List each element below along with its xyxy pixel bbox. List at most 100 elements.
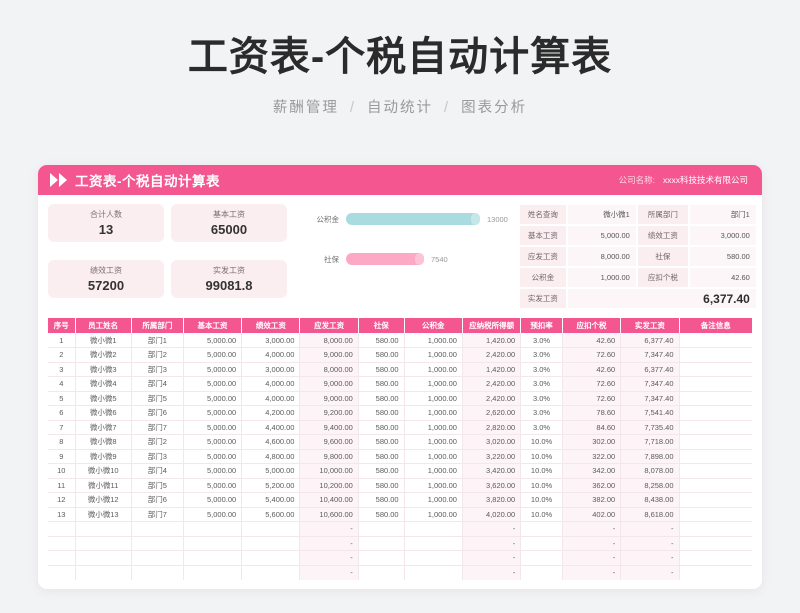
table-cell[interactable]: 5,200.00 bbox=[241, 478, 301, 493]
table-cell[interactable]: 4,020.00 bbox=[462, 507, 522, 522]
table-row[interactable]: 13 微小微13 部门7 5,000.00 5,600.00 10,600.00 580.0… bbox=[48, 507, 752, 522]
table-cell[interactable]: 2 bbox=[48, 347, 76, 363]
table-cell[interactable]: - bbox=[299, 536, 359, 551]
table-cell[interactable]: 8,000.00 bbox=[299, 333, 359, 348]
table-cell[interactable]: 84.60 bbox=[562, 420, 622, 435]
table-cell[interactable]: 382.00 bbox=[562, 492, 622, 508]
table-row[interactable]: 8 微小微8 部门2 5,000.00 4,600.00 9,600.00 580.00 1,… bbox=[48, 434, 752, 450]
table-cell[interactable]: 5,400.00 bbox=[241, 492, 301, 508]
table-cell[interactable]: - bbox=[562, 536, 622, 551]
table-cell[interactable]: - bbox=[299, 550, 359, 566]
table-column-header[interactable]: 社保 bbox=[358, 318, 405, 333]
table-row[interactable]: 2 微小微2 部门2 5,000.00 4,000.00 9,000.00 580.00 1,… bbox=[48, 347, 752, 363]
table-cell[interactable]: 580.00 bbox=[358, 449, 405, 464]
table-cell[interactable]: 微小微8 bbox=[75, 434, 132, 450]
table-column-header[interactable]: 所属部门 bbox=[131, 318, 184, 333]
table-cell[interactable] bbox=[404, 550, 463, 566]
table-cell[interactable]: 部门5 bbox=[131, 478, 184, 493]
table-cell[interactable] bbox=[183, 536, 243, 551]
table-cell[interactable] bbox=[679, 507, 752, 522]
table-cell[interactable]: 部门2 bbox=[131, 434, 184, 450]
table-cell[interactable]: 302.00 bbox=[562, 434, 622, 450]
table-cell[interactable]: 1,000.00 bbox=[404, 434, 463, 450]
table-cell[interactable]: 4,000.00 bbox=[241, 347, 301, 363]
table-cell[interactable] bbox=[131, 536, 184, 551]
table-cell[interactable] bbox=[404, 565, 463, 580]
table-cell[interactable]: 3.0% bbox=[520, 333, 563, 348]
table-cell[interactable]: 6,377.40 bbox=[620, 333, 680, 348]
table-cell[interactable]: 580.00 bbox=[358, 333, 405, 348]
table-cell[interactable] bbox=[131, 521, 184, 537]
table-cell[interactable]: - bbox=[462, 536, 522, 551]
table-cell[interactable]: 4,400.00 bbox=[241, 420, 301, 435]
table-cell[interactable]: 10.0% bbox=[520, 449, 563, 464]
table-cell[interactable]: - bbox=[562, 550, 622, 566]
table-cell[interactable] bbox=[404, 521, 463, 537]
table-cell[interactable]: 1,000.00 bbox=[404, 405, 463, 421]
table-cell[interactable]: 部门3 bbox=[131, 362, 184, 377]
table-cell[interactable]: 部门6 bbox=[131, 405, 184, 421]
table-cell[interactable]: 5,000.00 bbox=[183, 478, 243, 493]
table-cell[interactable]: 部门2 bbox=[131, 347, 184, 363]
table-cell[interactable] bbox=[75, 565, 132, 580]
table-cell[interactable] bbox=[679, 347, 752, 363]
table-cell[interactable]: 10.0% bbox=[520, 434, 563, 450]
table-cell[interactable]: 微小微4 bbox=[75, 376, 132, 392]
table-cell[interactable]: 微小微9 bbox=[75, 449, 132, 464]
table-cell[interactable]: 8,078.00 bbox=[620, 463, 680, 479]
table-cell[interactable]: 3.0% bbox=[520, 405, 563, 421]
table-cell[interactable]: 3 bbox=[48, 362, 76, 377]
table-cell[interactable] bbox=[679, 391, 752, 406]
table-cell[interactable]: 8 bbox=[48, 434, 76, 450]
table-cell[interactable]: 1,000.00 bbox=[404, 391, 463, 406]
table-row[interactable]: 6 微小微6 部门6 5,000.00 4,200.00 9,200.00 580.00 1,… bbox=[48, 405, 752, 421]
table-cell[interactable]: 7,347.40 bbox=[620, 376, 680, 392]
table-column-header[interactable]: 应发工资 bbox=[299, 318, 359, 333]
table-cell[interactable]: 部门5 bbox=[131, 391, 184, 406]
table-cell[interactable]: 部门4 bbox=[131, 376, 184, 392]
table-cell[interactable]: 5,000.00 bbox=[183, 347, 243, 363]
table-cell[interactable] bbox=[520, 521, 563, 537]
table-cell[interactable]: 7,718.00 bbox=[620, 434, 680, 450]
table-column-header[interactable]: 应扣个税 bbox=[562, 318, 622, 333]
table-cell[interactable]: 3.0% bbox=[520, 376, 563, 392]
table-cell[interactable]: 1,420.00 bbox=[462, 362, 522, 377]
table-cell[interactable]: 1,000.00 bbox=[404, 449, 463, 464]
table-cell[interactable]: 5,000.00 bbox=[183, 420, 243, 435]
table-cell[interactable]: 11 bbox=[48, 478, 76, 493]
table-cell[interactable]: 402.00 bbox=[562, 507, 622, 522]
table-cell[interactable]: 3,820.00 bbox=[462, 492, 522, 508]
table-cell[interactable]: 微小微2 bbox=[75, 347, 132, 363]
table-cell[interactable]: 1,000.00 bbox=[404, 507, 463, 522]
table-cell[interactable]: 1,000.00 bbox=[404, 333, 463, 348]
table-cell[interactable] bbox=[48, 536, 76, 551]
table-cell[interactable]: 5,000.00 bbox=[183, 492, 243, 508]
query-value[interactable]: 部门1 bbox=[689, 205, 756, 224]
table-cell[interactable]: 2,420.00 bbox=[462, 391, 522, 406]
table-cell[interactable]: 10.0% bbox=[520, 492, 563, 508]
query-value[interactable]: 微小微1 bbox=[567, 205, 636, 224]
table-cell[interactable]: 580.00 bbox=[358, 434, 405, 450]
table-cell[interactable]: 10 bbox=[48, 463, 76, 479]
table-cell[interactable] bbox=[520, 565, 563, 580]
query-value[interactable]: 5,000.00 bbox=[567, 226, 636, 245]
table-cell[interactable]: 1,000.00 bbox=[404, 347, 463, 363]
table-cell[interactable] bbox=[679, 492, 752, 508]
table-column-header[interactable]: 公积金 bbox=[404, 318, 463, 333]
table-cell[interactable]: 5,000.00 bbox=[183, 507, 243, 522]
table-cell[interactable]: 78.60 bbox=[562, 405, 622, 421]
table-cell[interactable]: 6,377.40 bbox=[620, 362, 680, 377]
table-cell[interactable]: 部门7 bbox=[131, 420, 184, 435]
table-cell[interactable] bbox=[679, 463, 752, 479]
table-cell[interactable]: 5,000.00 bbox=[183, 362, 243, 377]
table-cell[interactable]: 10,000.00 bbox=[299, 463, 359, 479]
table-cell[interactable]: 5,000.00 bbox=[183, 405, 243, 421]
table-cell[interactable]: 3,000.00 bbox=[241, 362, 301, 377]
table-cell[interactable]: 8,000.00 bbox=[299, 362, 359, 377]
table-row[interactable]: ---- bbox=[48, 536, 752, 551]
table-cell[interactable] bbox=[358, 521, 405, 537]
table-cell[interactable] bbox=[241, 521, 301, 537]
table-cell[interactable]: 9,200.00 bbox=[299, 405, 359, 421]
table-column-header[interactable]: 序号 bbox=[48, 318, 76, 333]
table-cell[interactable]: 580.00 bbox=[358, 347, 405, 363]
